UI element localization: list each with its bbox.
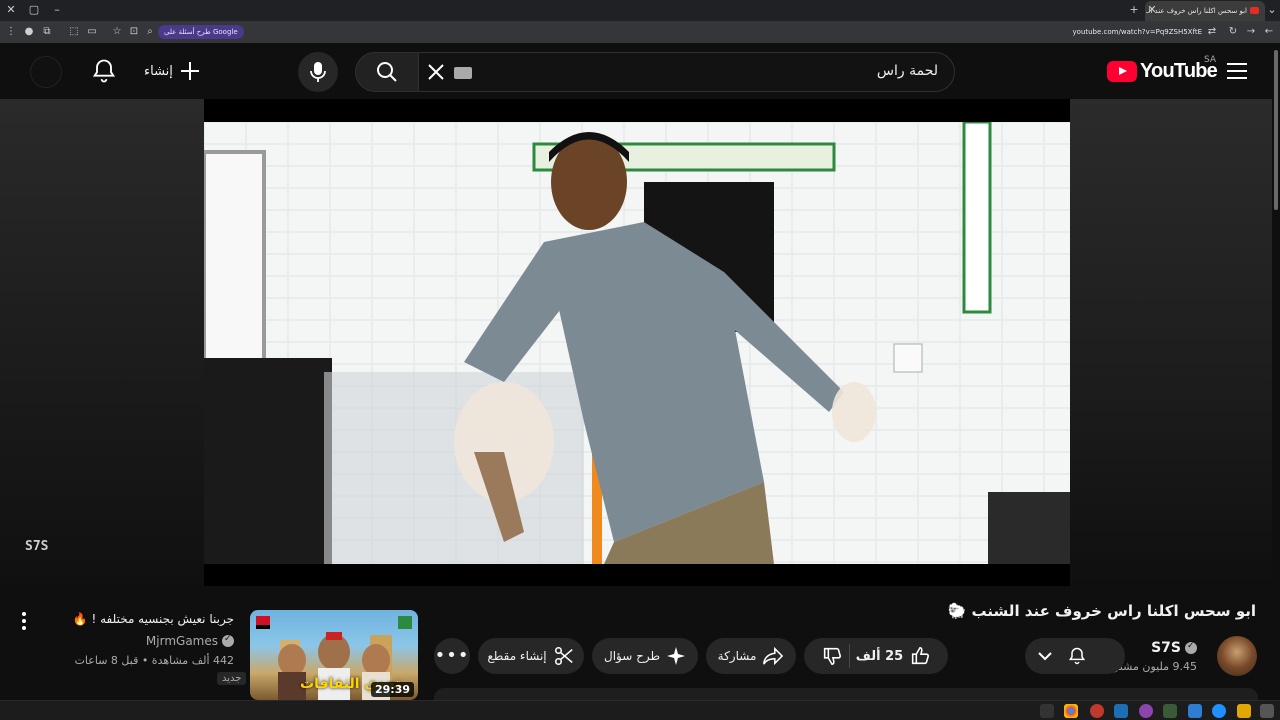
back-icon[interactable]: ← — [1262, 25, 1276, 39]
youtube-masthead: إنشاء لحمة راس YouTube SA — [0, 43, 1280, 99]
extension-icon[interactable]: ⧉ — [40, 25, 54, 39]
taskbar-app-icon[interactable] — [1090, 704, 1104, 718]
search-button[interactable] — [355, 52, 419, 92]
plus-icon — [180, 62, 199, 80]
channel-avatar[interactable] — [1217, 636, 1257, 676]
new-tab-icon[interactable]: + — [1127, 3, 1141, 17]
share-button[interactable]: مشاركة — [706, 638, 796, 674]
taskbar-app-icon[interactable] — [1114, 704, 1128, 718]
tab-title: ابو سحس اكلنا راس خروف عند الـ — [1146, 7, 1247, 15]
menu-dots-icon[interactable]: ⋮ — [4, 25, 18, 39]
suggestion-channel[interactable]: MjrmGames — [146, 634, 234, 648]
profile-icon[interactable]: ● — [22, 25, 36, 39]
clip-label: إنشاء مقطع — [487, 649, 547, 663]
youtube-favicon-icon — [1250, 7, 1259, 14]
taskbar-app-icon[interactable] — [1188, 704, 1202, 718]
ambient-glow-left — [0, 99, 204, 586]
country-code: SA — [1204, 55, 1217, 65]
close-tab-icon[interactable]: ✕ — [1145, 3, 1159, 17]
taskbar-app-icon[interactable] — [1163, 704, 1177, 718]
suggestion-title[interactable]: جربنا نعيش بجنسيه مختلفه ! 🔥 — [73, 612, 234, 626]
create-button[interactable]: إنشاء — [144, 57, 201, 85]
search-lens-icon[interactable]: ⌕ — [143, 25, 157, 39]
taskbar-app-icon[interactable] — [1260, 704, 1274, 718]
create-label: إنشاء — [144, 63, 173, 79]
watch-metadata: ابو سحس اكلنا راس خروف عند الشنب 🐑 S7S 9… — [0, 586, 1272, 702]
site-settings-icon[interactable]: ⇄ — [1205, 25, 1219, 39]
video-title: ابو سحس اكلنا راس خروف عند الشنب 🐑 — [947, 602, 1256, 620]
more-vertical-icon[interactable] — [18, 612, 30, 632]
taskbar-app-icon[interactable] — [1040, 704, 1054, 718]
chevron-down-icon — [1038, 652, 1052, 661]
bookmark-star-icon[interactable]: ☆ — [110, 25, 124, 39]
verified-check-icon — [222, 634, 234, 647]
voice-search-button[interactable] — [298, 52, 338, 92]
browser-address-bar: ⋮ ● ⧉ ⬚ ▭ ☆ ⊡ ⌕ طرح أسئلة على Google you… — [0, 21, 1280, 43]
ambient-glow-right — [1070, 99, 1272, 586]
tab-search-icon[interactable]: ⊡ — [127, 25, 141, 39]
suggestion-thumbnail[interactable]: تحدي الثقافات 29:39 — [250, 610, 418, 700]
sparkle-icon — [667, 647, 686, 665]
verified-check-icon — [1185, 641, 1197, 654]
browser-tab[interactable]: ابو سحس اكلنا راس خروف عند الـ — [1145, 1, 1265, 21]
video-duration: 29:39 — [370, 682, 414, 697]
scissors-icon — [554, 646, 573, 666]
video-frame[interactable] — [204, 122, 1070, 564]
search-icon — [377, 62, 397, 82]
maximize-window-icon[interactable]: ▢ — [27, 3, 41, 17]
microphone-icon — [310, 62, 326, 82]
suggestion-meta: 442 ألف مشاهدة • قبل 8 ساعات — [74, 654, 234, 667]
thumbs-down-icon[interactable] — [821, 645, 843, 667]
search-query: لحمة راس — [876, 63, 938, 79]
clip-button[interactable]: إنشاء مقطع — [478, 638, 584, 674]
taskbar-app-icon[interactable] — [1212, 704, 1226, 718]
account-avatar[interactable] — [30, 56, 62, 88]
url-text: youtube.com/watch?v=Pq9ZSH5XftE — [1072, 28, 1202, 36]
os-taskbar — [0, 700, 1280, 720]
google-ask-pill[interactable]: طرح أسئلة على Google — [158, 25, 244, 39]
taskbar-app-icon[interactable] — [1237, 704, 1251, 718]
youtube-logo[interactable]: YouTube SA — [1107, 55, 1218, 83]
share-icon — [763, 646, 784, 666]
youtube-play-icon — [1107, 60, 1137, 82]
video-player[interactable]: S7S — [0, 99, 1272, 586]
more-actions-button[interactable]: ••• — [434, 638, 470, 674]
subscription-bell-button[interactable] — [1025, 638, 1125, 674]
channel-watermark: S7S — [25, 539, 49, 554]
new-badge: جديد — [217, 672, 247, 685]
chrome-icon[interactable] — [1064, 704, 1078, 718]
keyboard-icon[interactable] — [454, 67, 472, 79]
google-ask-label: طرح أسئلة على Google — [164, 28, 238, 36]
url-field[interactable]: youtube.com/watch?v=Pq9ZSH5XftE — [1020, 26, 1202, 38]
guide-menu-icon[interactable] — [1227, 63, 1247, 79]
cast-icon[interactable]: ▭ — [85, 25, 99, 39]
minimize-window-icon[interactable]: – — [50, 3, 64, 17]
scrollbar-thumb[interactable] — [1274, 50, 1278, 210]
notifications-bell-icon[interactable] — [90, 57, 118, 85]
close-window-icon[interactable]: ✕ — [4, 3, 18, 17]
clear-search-icon[interactable] — [425, 61, 447, 83]
screenshot-icon[interactable]: ⬚ — [67, 25, 81, 39]
more-horizontal-icon: ••• — [434, 645, 470, 666]
forward-icon[interactable]: → — [1244, 25, 1258, 39]
like-divider — [848, 644, 850, 668]
ask-button[interactable]: طرح سؤال — [592, 638, 698, 674]
browser-tab-bar: ✕ ▢ – + ✕ ابو سحس اكلنا راس خروف عند الـ… — [0, 0, 1280, 21]
thumbs-up-icon[interactable] — [909, 645, 931, 667]
video-scene — [204, 122, 1070, 564]
suggestion-channel-name: MjrmGames — [145, 634, 218, 648]
like-dislike-bar: 25 ألف — [804, 638, 948, 674]
ask-label: طرح سؤال — [603, 649, 661, 663]
channel-name-text: S7S — [1151, 640, 1181, 656]
tab-list-chevron-icon[interactable]: ⌄ — [1265, 3, 1279, 17]
channel-name[interactable]: S7S — [1151, 640, 1197, 656]
search-input[interactable]: لحمة راس — [418, 52, 955, 92]
share-label: مشاركة — [717, 649, 757, 663]
bell-icon — [1068, 647, 1086, 665]
reload-icon[interactable]: ↻ — [1226, 25, 1240, 39]
taskbar-app-icon[interactable] — [1139, 704, 1153, 718]
like-count[interactable]: 25 ألف — [856, 649, 903, 664]
